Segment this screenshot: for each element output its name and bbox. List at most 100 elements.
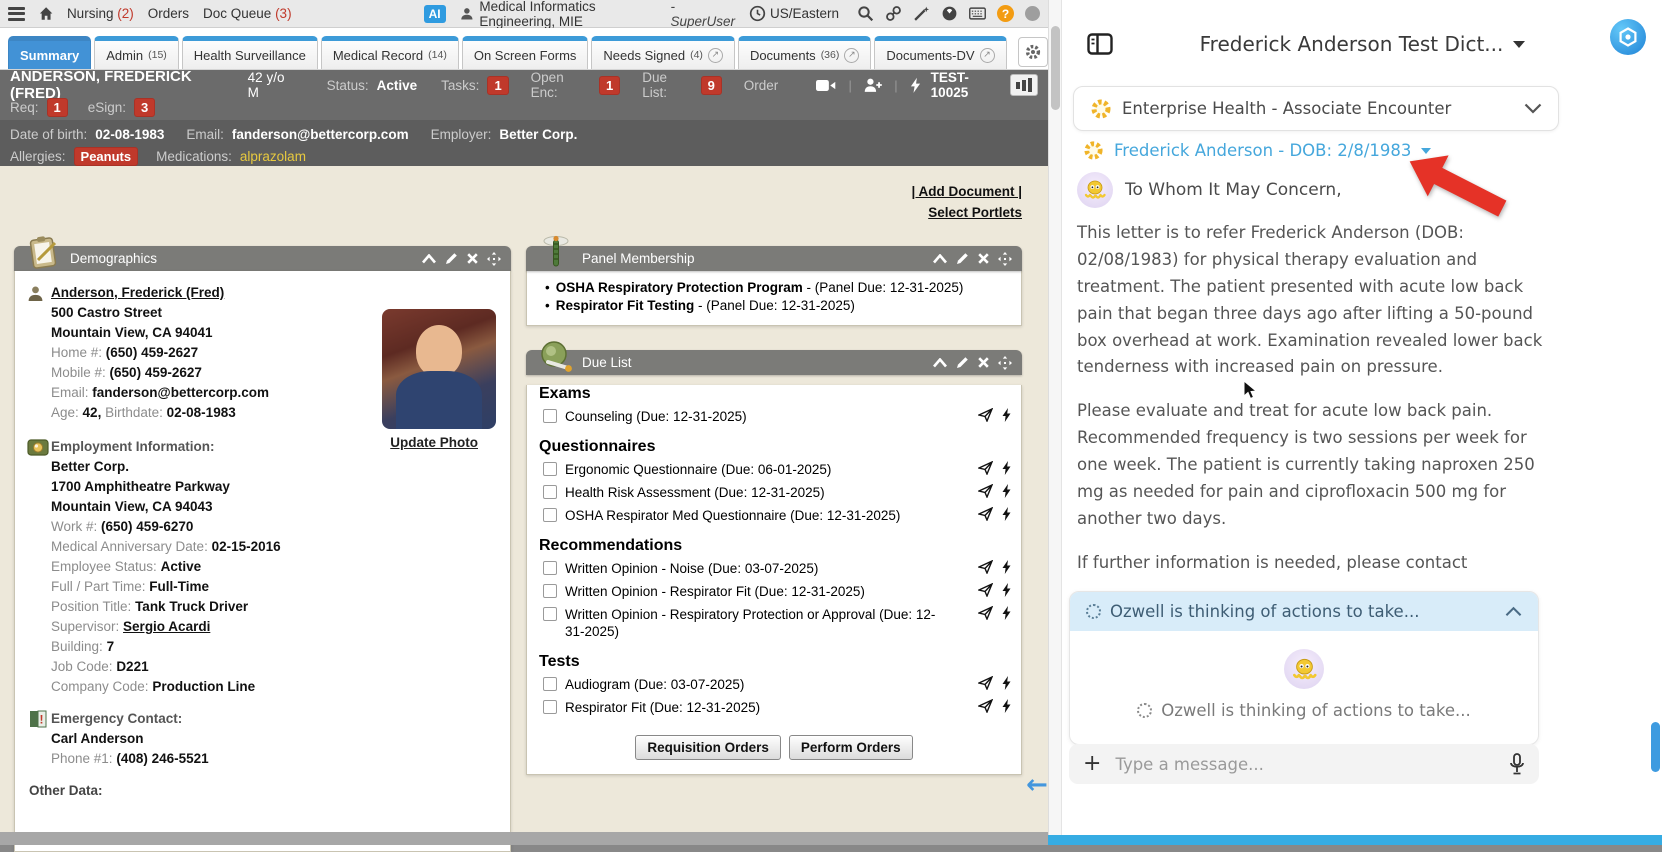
checkbox[interactable]: [543, 409, 557, 423]
send-icon[interactable]: [978, 507, 993, 521]
chart-stats-button[interactable]: [1010, 74, 1038, 96]
chat-patient-line[interactable]: Frederick Anderson - DOB: 2/8/1983: [1114, 141, 1411, 160]
sidebar-toggle-icon[interactable]: [1087, 33, 1113, 55]
esign-count-badge[interactable]: 3: [134, 98, 155, 117]
ozwell-logo[interactable]: [1610, 19, 1646, 55]
help-icon[interactable]: ?: [997, 5, 1014, 22]
checkbox[interactable]: [543, 508, 557, 522]
tab-settings-gear-button[interactable]: [1018, 37, 1048, 67]
order-link[interactable]: Order: [744, 78, 779, 93]
add-user-icon[interactable]: [864, 77, 882, 93]
medication-value[interactable]: alprazolam: [240, 149, 306, 164]
edit-pencil-icon[interactable]: [956, 356, 969, 369]
nav-item-orders[interactable]: Orders: [148, 6, 189, 21]
perform-bolt-icon[interactable]: [1002, 583, 1011, 597]
org-user-label[interactable]: Medical Informatics Engineering, MIE - S…: [460, 0, 735, 29]
chevron-down-icon[interactable]: [1524, 103, 1542, 114]
perform-orders-button[interactable]: Perform Orders: [789, 735, 913, 760]
tab-documents[interactable]: Documents(36)↗: [738, 36, 871, 69]
link-icon[interactable]: [885, 5, 902, 22]
tab-on-screen-forms[interactable]: On Screen Forms: [462, 36, 589, 69]
send-icon[interactable]: [978, 461, 993, 475]
ai-badge[interactable]: AI: [424, 5, 446, 23]
req-count-badge[interactable]: 1: [47, 98, 68, 117]
attach-plus-icon[interactable]: +: [1083, 753, 1101, 775]
collapse-icon[interactable]: [933, 358, 947, 368]
close-icon[interactable]: [978, 357, 989, 368]
chevron-up-icon[interactable]: [1505, 606, 1522, 617]
scrollbar-thumb[interactable]: [1051, 26, 1060, 110]
tab-admin[interactable]: Admin(15): [94, 36, 179, 69]
due-item-label[interactable]: Written Opinion - Noise (Due: 03-07-2025…: [565, 560, 818, 577]
panel-membership-header[interactable]: Panel Membership: [526, 246, 1022, 271]
due-item-label[interactable]: Health Risk Assessment (Due: 12-31-2025): [565, 484, 825, 501]
chat-patient-context[interactable]: Frederick Anderson - DOB: 2/8/1983: [1083, 140, 1431, 161]
perform-bolt-icon[interactable]: [1002, 408, 1011, 422]
chevron-down-icon[interactable]: [1513, 41, 1525, 48]
add-document-link[interactable]: | Add Document |: [911, 184, 1022, 199]
send-icon[interactable]: [978, 699, 993, 713]
checkbox[interactable]: [543, 462, 557, 476]
collapse-icon[interactable]: [933, 254, 947, 264]
nav-item-doc-queue[interactable]: Doc Queue (3): [203, 6, 292, 21]
perform-bolt-icon[interactable]: [1002, 606, 1011, 620]
message-input[interactable]: [1115, 755, 1495, 774]
due-list-header[interactable]: Due List: [526, 350, 1022, 375]
wand-icon[interactable]: [913, 5, 930, 22]
tab-documents-dv[interactable]: Documents-DV↗: [874, 36, 1006, 69]
send-icon[interactable]: [978, 583, 993, 597]
supervisor-link[interactable]: Sergio Acardi: [123, 619, 210, 634]
encounter-card[interactable]: Enterprise Health - Associate Encounter: [1073, 86, 1559, 131]
home-icon[interactable]: [39, 5, 53, 22]
send-icon[interactable]: [978, 676, 993, 690]
due-item-label[interactable]: Counseling (Due: 12-31-2025): [565, 408, 747, 425]
send-icon[interactable]: [978, 484, 993, 498]
perform-bolt-icon[interactable]: [1002, 676, 1011, 690]
perform-bolt-icon[interactable]: [1002, 484, 1011, 498]
chat-scrollbar-thumb[interactable]: [1651, 722, 1660, 772]
send-icon[interactable]: [978, 560, 993, 574]
tasks-count-badge[interactable]: 1: [487, 76, 508, 95]
tab-health-surveillance[interactable]: Health Surveillance: [182, 36, 318, 69]
collapse-panel-arrow[interactable]: ←: [1026, 770, 1048, 800]
chat-title[interactable]: Frederick Anderson Test Dict...: [1200, 32, 1504, 56]
due-item-label[interactable]: Written Opinion - Respiratory Protection…: [565, 606, 953, 640]
nav-item-nursing[interactable]: Nursing (2): [67, 6, 134, 21]
lightning-bolt-icon[interactable]: [910, 77, 921, 94]
perform-bolt-icon[interactable]: [1002, 560, 1011, 574]
timezone-indicator[interactable]: US/Eastern: [749, 5, 839, 22]
ehr-scrollbar[interactable]: [1048, 0, 1062, 845]
due-list-count-badge[interactable]: 9: [701, 76, 722, 95]
due-item-label[interactable]: Respirator Fit (Due: 12-31-2025): [565, 699, 760, 716]
requisition-orders-button[interactable]: Requisition Orders: [635, 735, 781, 760]
edit-pencil-icon[interactable]: [445, 252, 458, 265]
panel-membership-item[interactable]: OSHA Respiratory Protection Program - (P…: [531, 279, 1011, 297]
send-icon[interactable]: [978, 408, 993, 422]
due-item-label[interactable]: OSHA Respirator Med Questionnaire (Due: …: [565, 507, 900, 524]
select-portlets-link[interactable]: Select Portlets: [928, 205, 1022, 220]
keyboard-icon[interactable]: [969, 5, 986, 22]
checkbox[interactable]: [543, 607, 557, 621]
close-icon[interactable]: [467, 253, 478, 264]
microphone-icon[interactable]: [1509, 753, 1525, 775]
perform-bolt-icon[interactable]: [1002, 461, 1011, 475]
collapse-icon[interactable]: [422, 254, 436, 264]
patient-name-link[interactable]: Anderson, Frederick (Fred): [51, 285, 224, 300]
move-icon[interactable]: [998, 356, 1012, 370]
checkbox[interactable]: [543, 561, 557, 575]
checkbox[interactable]: [543, 485, 557, 499]
globe-icon[interactable]: [941, 5, 958, 22]
panel-membership-item[interactable]: Respirator Fit Testing - (Panel Due: 12-…: [531, 297, 1011, 315]
checkbox[interactable]: [543, 584, 557, 598]
checkbox[interactable]: [543, 677, 557, 691]
allergy-badge[interactable]: Peanuts: [74, 147, 139, 166]
video-camera-icon[interactable]: [816, 78, 836, 93]
tab-summary[interactable]: Summary: [8, 36, 91, 69]
open-enc-count-badge[interactable]: 1: [599, 76, 620, 95]
tab-medical-record[interactable]: Medical Record(14): [321, 36, 459, 69]
checkbox[interactable]: [543, 700, 557, 714]
due-item-label[interactable]: Ergonomic Questionnaire (Due: 06-01-2025…: [565, 461, 831, 478]
send-icon[interactable]: [978, 606, 993, 620]
due-item-label[interactable]: Written Opinion - Respirator Fit (Due: 1…: [565, 583, 865, 600]
demographics-portlet-header[interactable]: Demographics: [14, 246, 511, 271]
